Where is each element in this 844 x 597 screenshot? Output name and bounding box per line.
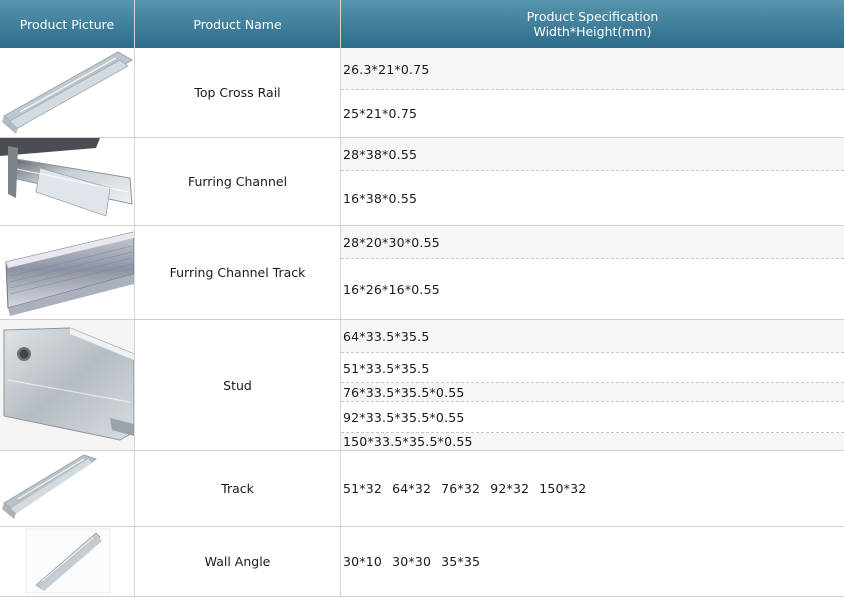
- spec-row: 51*32 64*32 76*32 92*32 150*32: [341, 451, 844, 526]
- product-name-label: Top Cross Rail: [194, 85, 281, 100]
- product-name-label: Track: [221, 481, 254, 496]
- spec-value: 92*33.5*35.5*0.55: [343, 409, 465, 425]
- spec-value: 25*21*0.75: [343, 106, 418, 121]
- track-photo: [0, 451, 134, 526]
- spec-row: 150*33.5*35.5*0.55: [341, 433, 844, 450]
- spec-value: 30*30: [392, 554, 432, 569]
- header-product-picture: Product Picture: [0, 0, 134, 48]
- spec-row: 16*26*16*0.55: [341, 259, 844, 319]
- spec-row: 51*33.5*35.5: [341, 353, 844, 382]
- spec-row: 28*38*0.55: [341, 138, 844, 170]
- header-product-name: Product Name: [135, 0, 340, 48]
- spec-row: 28*20*30*0.55: [341, 226, 844, 258]
- spec-value: 150*32: [539, 481, 587, 496]
- spec-value: 28*38*0.55: [343, 146, 418, 162]
- spec-value: 76*32: [441, 481, 481, 496]
- spec-row: 30*10 30*30 35*35: [341, 527, 844, 596]
- furring-channel-track-photo: [0, 226, 134, 319]
- spec-value: 64*32: [392, 481, 432, 496]
- product-name-wall-angle: Wall Angle: [135, 527, 340, 596]
- spec-value: 16*38*0.55: [343, 190, 418, 206]
- header-spec-title: Product Specification: [526, 9, 659, 24]
- spec-value: 150*33.5*35.5*0.55: [343, 434, 473, 449]
- product-name-label: Stud: [223, 377, 252, 393]
- spec-value: 30*10: [343, 554, 383, 569]
- header-name-label: Product Name: [193, 16, 282, 32]
- spec-value: 51*33.5*35.5: [343, 361, 430, 376]
- spec-row: 92*33.5*35.5*0.55: [341, 402, 844, 432]
- spec-row: 64*33.5*35.5: [341, 320, 844, 352]
- spec-row: 26.3*21*0.75: [341, 48, 844, 90]
- spec-value: 64*33.5*35.5: [343, 328, 430, 344]
- product-name-top-cross-rail: Top Cross Rail: [135, 48, 340, 137]
- spec-row: 76*33.5*35.5*0.55: [341, 383, 844, 401]
- spec-row: 16*38*0.55: [341, 171, 844, 225]
- spec-value: 35*35: [441, 554, 481, 569]
- product-name-label: Furring Channel: [187, 174, 288, 189]
- product-name-furring-channel-track: Furring Channel Track: [135, 226, 340, 319]
- wall-angle-photo: [0, 527, 134, 596]
- product-name-track: Track: [135, 451, 340, 526]
- spec-value: 16*26*16*0.55: [343, 281, 440, 297]
- header-picture-label: Product Picture: [19, 16, 115, 32]
- product-name-furring-channel: Furring Channel: [135, 138, 340, 225]
- spec-row: 25*21*0.75: [341, 90, 844, 137]
- header-spec-units: Width*Height(mm): [533, 24, 652, 39]
- product-name-label: Wall Angle: [204, 554, 271, 569]
- furring-channel-photo: [0, 138, 134, 225]
- spec-value: 26.3*21*0.75: [343, 61, 430, 77]
- spec-value: 51*32: [343, 481, 383, 496]
- product-name-stud: Stud: [135, 320, 340, 450]
- top-cross-rail-photo: [0, 48, 134, 137]
- spec-value: 28*20*30*0.55: [343, 234, 440, 250]
- product-spec-table: Product Picture Product Name Product Spe…: [0, 0, 844, 597]
- spec-value: 76*33.5*35.5*0.55: [343, 384, 465, 400]
- stud-photo: [0, 320, 134, 450]
- product-name-label: Furring Channel Track: [169, 265, 306, 280]
- spec-value: 92*32: [490, 481, 530, 496]
- header-product-spec: Product Specification Width*Height(mm): [341, 0, 844, 48]
